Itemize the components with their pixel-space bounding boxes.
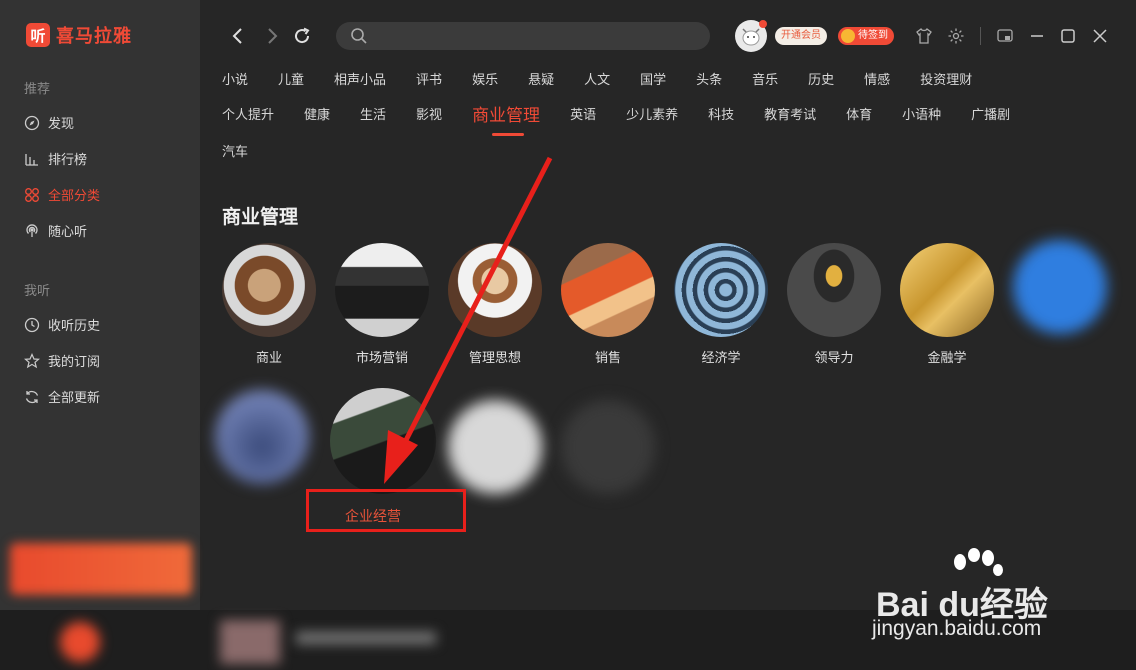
sidebar-item-label: 全部分类 [48, 189, 101, 204]
star-icon [24, 352, 40, 368]
sidebar-item-label: 我的订阅 [48, 355, 101, 370]
refresh-icon [25, 390, 39, 403]
section-recommend: 推荐 [24, 82, 51, 97]
now-playing-cover[interactable] [220, 620, 280, 664]
sidebar-item-subscriptions[interactable]: 我的订阅 [24, 351, 100, 370]
sidebar-item-label: 发现 [48, 117, 75, 132]
sidebar-item-label: 收听历史 [48, 319, 101, 334]
promo-banner[interactable] [10, 543, 192, 595]
watermark-url: jingyan.baidu.com [872, 617, 1042, 640]
logo-text: 喜马拉雅 [56, 26, 132, 47]
clock-icon [24, 317, 40, 332]
now-playing-title [296, 632, 436, 644]
sidebar-item-label: 全部更新 [48, 391, 101, 406]
app-logo[interactable]: 听 喜马拉雅 [26, 22, 132, 48]
sidebar-item-radio[interactable]: 随心听 [24, 221, 87, 240]
radio-icon [26, 223, 38, 237]
sidebar-item-label: 随心听 [48, 225, 88, 240]
play-button[interactable] [60, 622, 100, 662]
sidebar-item-history[interactable]: 收听历史 [24, 315, 100, 334]
sidebar: 听 喜马拉雅 推荐 发现 排行榜 全部分类 随心听 我听 收听历史 我的订阅 全… [0, 0, 200, 670]
section-my-listen: 我听 [24, 284, 51, 299]
sidebar-item-updates[interactable]: 全部更新 [24, 387, 100, 406]
chart-icon [25, 153, 38, 166]
annotation-arrow [384, 156, 553, 484]
sidebar-item-all-categories[interactable]: 全部分类 [24, 185, 100, 204]
logo-icon: 听 [26, 23, 50, 47]
grid-icon [25, 187, 39, 202]
sidebar-item-ranking[interactable]: 排行榜 [24, 149, 87, 168]
main-content: 开通会员 待签到 小说 儿童 相声小品 评书 娱乐 悬疑 人文 国学 头条 音乐… [200, 0, 1136, 610]
compass-icon [24, 115, 40, 130]
sidebar-item-label: 排行榜 [48, 153, 88, 168]
sidebar-item-discover[interactable]: 发现 [24, 113, 74, 132]
